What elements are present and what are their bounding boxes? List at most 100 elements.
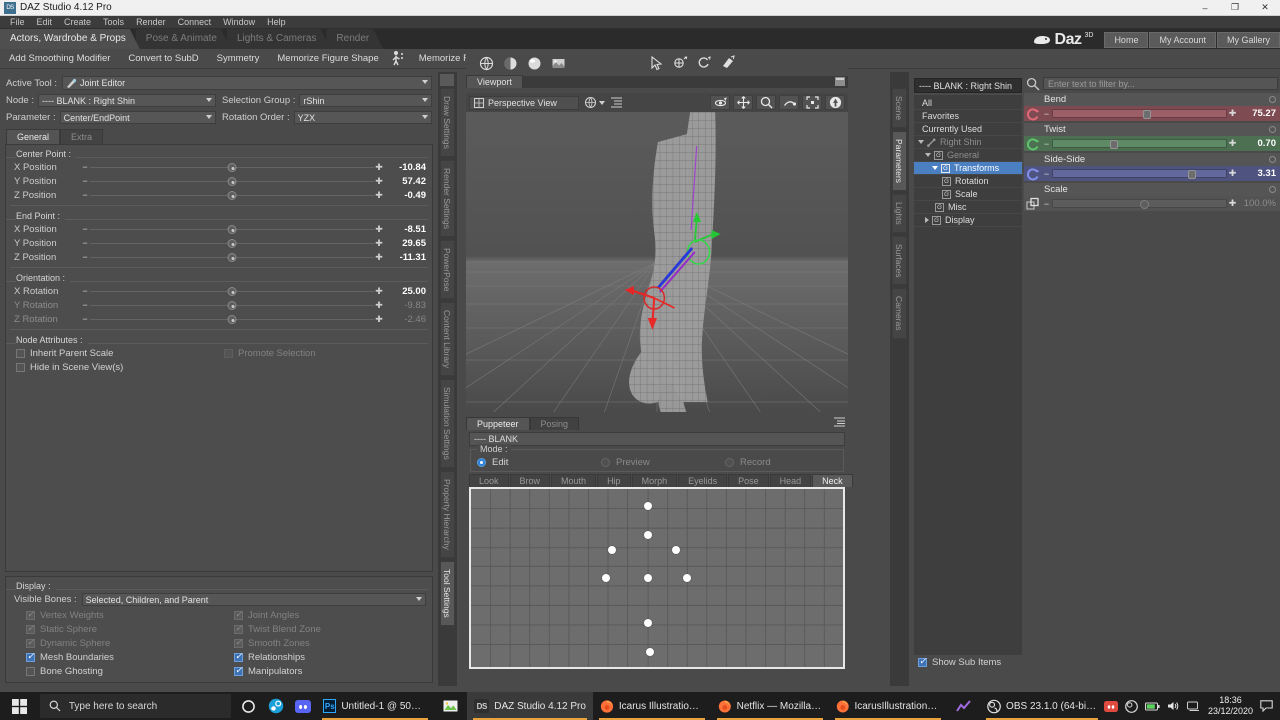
- checkbox-icon[interactable]: [234, 651, 243, 662]
- tree-item-right-shin[interactable]: Right Shin: [914, 136, 1022, 149]
- tree-item-display[interactable]: G Display: [914, 214, 1022, 227]
- puppeteer-dot[interactable]: [608, 545, 617, 554]
- slider-track[interactable]: [1052, 169, 1227, 179]
- sidebar-tab-surfaces[interactable]: Surfaces: [892, 235, 907, 286]
- radio-icon[interactable]: [477, 458, 486, 467]
- display-option-mesh-boundaries[interactable]: Mesh Boundaries: [16, 650, 224, 664]
- taskbar-item-photoshop[interactable]: Ps Untitled-1 @ 50% (...: [316, 692, 434, 720]
- increment-icon[interactable]: ✚: [374, 176, 384, 187]
- side-side-dial-icon[interactable]: [1024, 166, 1041, 181]
- slider-knob[interactable]: [227, 162, 237, 172]
- shading-smooth-icon[interactable]: [500, 53, 520, 73]
- activity-tab-actors[interactable]: Actors, Wardrobe & Props: [0, 29, 140, 49]
- tree-item-rotation[interactable]: G Rotation: [914, 175, 1022, 188]
- param-value[interactable]: 25.00: [384, 286, 426, 297]
- taskbar-item-firefox-netflix[interactable]: Netflix — Mozilla Fi...: [711, 692, 829, 720]
- layer-tab-brow[interactable]: Brow: [509, 474, 551, 487]
- param-slider[interactable]: [90, 190, 374, 200]
- param-value[interactable]: -11.31: [384, 252, 426, 263]
- decrement-icon[interactable]: −: [1041, 169, 1052, 179]
- slider-knob[interactable]: [1139, 200, 1149, 209]
- parameter-side-side-slider[interactable]: − ✚: [1041, 167, 1238, 180]
- param-value[interactable]: -2.46: [384, 314, 426, 325]
- slider-knob[interactable]: [227, 190, 237, 200]
- mode-option-record[interactable]: Record: [719, 457, 843, 468]
- param-value[interactable]: -0.49: [384, 190, 426, 201]
- param-value[interactable]: -10.84: [384, 162, 426, 173]
- layer-tab-morph[interactable]: Morph: [631, 474, 678, 487]
- decrement-icon[interactable]: −: [1041, 199, 1052, 209]
- param-slider[interactable]: [90, 286, 374, 296]
- parameter-twist-slider[interactable]: − ✚: [1041, 137, 1238, 150]
- taskbar-item-chart-app[interactable]: [947, 692, 980, 720]
- layer-tab-mouth[interactable]: Mouth: [551, 474, 597, 487]
- layer-tab-neck[interactable]: Neck: [812, 474, 853, 487]
- param-slider[interactable]: [90, 252, 374, 262]
- tree-item-misc[interactable]: G Misc: [914, 201, 1022, 214]
- radio-icon[interactable]: [725, 458, 734, 467]
- display-option-bone-ghosting[interactable]: Bone Ghosting: [16, 664, 224, 678]
- taskbar-item-daz-studio[interactable]: DS DAZ Studio 4.12 Pro: [467, 692, 593, 720]
- layer-tab-eyelids[interactable]: Eyelids: [678, 474, 728, 487]
- brand-link-my-account[interactable]: My Account: [1149, 32, 1216, 48]
- shading-wire-icon[interactable]: [476, 53, 496, 73]
- slider-knob[interactable]: [227, 252, 237, 262]
- layer-tab-head[interactable]: Head: [769, 474, 812, 487]
- param-slider[interactable]: [90, 224, 374, 234]
- add-smoothing-modifier-button[interactable]: Add Smoothing Modifier: [0, 49, 119, 69]
- sidebar-tab-property-hierarchy[interactable]: Property Hierarchy: [440, 471, 455, 559]
- chevron-down-icon[interactable]: [932, 166, 938, 170]
- taskbar-item-file-explorer[interactable]: [434, 692, 467, 720]
- parameter-side-side-value[interactable]: 3.31: [1238, 168, 1280, 179]
- checkbox-icon[interactable]: [26, 666, 35, 676]
- param-value[interactable]: 57.42: [384, 176, 426, 187]
- decrement-icon[interactable]: −: [80, 252, 90, 262]
- sidebar-tab-tool-settings[interactable]: Tool Settings: [440, 561, 455, 626]
- puppeteer-dot[interactable]: [644, 501, 653, 510]
- activity-tab-lights-cameras[interactable]: Lights & Cameras: [227, 29, 330, 49]
- close-button[interactable]: ✕: [1250, 0, 1280, 16]
- convert-to-subd-button[interactable]: Convert to SubD: [119, 49, 207, 69]
- search-input[interactable]: Type here to search: [39, 694, 231, 718]
- layer-tab-hip[interactable]: Hip: [597, 474, 631, 487]
- active-tool-combo[interactable]: Joint Editor: [62, 76, 432, 90]
- param-slider[interactable]: [90, 314, 374, 324]
- increment-icon[interactable]: ✚: [374, 300, 384, 311]
- checkbox-inherit-parent-scale[interactable]: Inherit Parent Scale: [16, 348, 224, 359]
- puppeteer-dot[interactable]: [644, 618, 653, 627]
- radio-icon[interactable]: [601, 458, 610, 467]
- viewport-3d[interactable]: [466, 112, 848, 412]
- increment-icon[interactable]: ✚: [374, 162, 384, 173]
- viewport-menu-icon[interactable]: [610, 97, 623, 108]
- puppeteer-dot[interactable]: [644, 574, 653, 582]
- texture-icon[interactable]: [548, 53, 568, 73]
- symmetry-button[interactable]: Symmetry: [208, 49, 269, 69]
- sidebar-tab-cameras[interactable]: Cameras: [892, 288, 907, 339]
- activity-tab-render[interactable]: Render: [326, 29, 383, 49]
- menu-item-tools[interactable]: Tools: [97, 16, 130, 29]
- param-slider[interactable]: [90, 238, 374, 248]
- parameter-bend-slider[interactable]: − ✚: [1041, 107, 1238, 120]
- mode-option-preview[interactable]: Preview: [595, 457, 719, 468]
- decrement-icon[interactable]: −: [80, 238, 90, 248]
- scale-tool-icon[interactable]: [718, 53, 738, 73]
- tree-item-all[interactable]: All: [914, 97, 1022, 110]
- display-option-relationships[interactable]: Relationships: [224, 650, 432, 664]
- menu-item-help[interactable]: Help: [261, 16, 292, 29]
- parameter-options-icon[interactable]: [1269, 126, 1276, 133]
- decrement-icon[interactable]: −: [1041, 109, 1052, 119]
- slider-knob[interactable]: [227, 286, 237, 296]
- menu-item-create[interactable]: Create: [58, 16, 97, 29]
- memorize-figure-shape-button[interactable]: Memorize Figure Shape: [268, 49, 387, 69]
- puppeteer-grid[interactable]: [469, 487, 845, 669]
- parameter-options-icon[interactable]: [1269, 186, 1276, 193]
- parameter-options-icon[interactable]: [1269, 156, 1276, 163]
- puppeteer-dot[interactable]: [645, 648, 654, 657]
- increment-icon[interactable]: ✚: [374, 286, 384, 297]
- increment-icon[interactable]: ✚: [1227, 198, 1238, 209]
- sidebar-tab-simulation-settings[interactable]: Simulation Settings: [440, 379, 455, 469]
- tree-item-transforms[interactable]: G Transforms: [914, 162, 1022, 175]
- zoom-icon[interactable]: [756, 95, 776, 110]
- steam-icon[interactable]: [262, 692, 289, 720]
- param-value[interactable]: -8.51: [384, 224, 426, 235]
